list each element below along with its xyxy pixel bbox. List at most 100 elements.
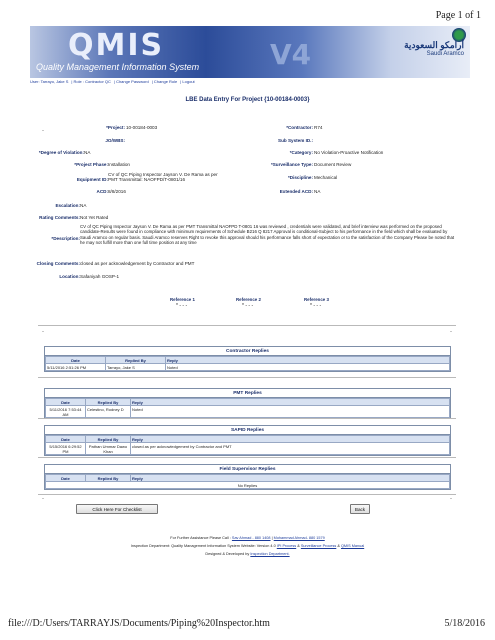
equipment-label: Equipment ID: xyxy=(76,177,108,182)
table-row: 5/11/2016 2:51:26 PM Tarrayo, Jake S Not… xyxy=(45,363,450,371)
project-value: 10-00184-0003 xyxy=(126,125,158,130)
header-banner: QMIS Quality Management Information Syst… xyxy=(30,26,470,78)
divider xyxy=(38,457,456,458)
back-button[interactable]: Back xyxy=(350,504,370,514)
discipline-value: Mechanical xyxy=(314,175,338,180)
surveillance-type-value: Document Review xyxy=(314,162,352,167)
scan-speck xyxy=(450,498,452,499)
sapid-replies-table: Date Replied By Reply 5/15/2016 6:29:52 … xyxy=(45,435,450,455)
replied-by-header: Replied By xyxy=(85,398,131,406)
table-row: 5/15/2016 6:29:52 PM Pathan Ummar Dawo K… xyxy=(45,442,450,455)
reply-author: Pathan Ummar Dawo Khan xyxy=(85,442,131,455)
reply-header: Reply xyxy=(130,474,450,482)
field-supervisor-replies-title: Field Supervisor Replies xyxy=(45,465,450,474)
checklist-button[interactable]: Click Here For Checklist xyxy=(76,504,158,514)
equipment-value: CV of QC Piping Inspector Jayson V. De R… xyxy=(108,172,218,183)
user-role: Role : Contractor QC xyxy=(73,79,111,84)
description-label: *Description: xyxy=(51,236,80,241)
table-header-row: Date Replied By Reply xyxy=(45,474,450,482)
print-date: 5/18/2016 xyxy=(444,618,485,629)
table-header-row: Date Replied By Reply xyxy=(45,398,450,406)
file-path: file:///D:/Users/TARRAYJS/Documents/Pipi… xyxy=(8,618,270,629)
closing-comments-value: closed as per acknowledgement by Contrac… xyxy=(80,261,195,266)
subsystem-label: Sub System ID.: xyxy=(278,138,313,143)
contact-link-1[interactable]: Sav Ahmad - 880 1408 xyxy=(232,536,271,540)
location-label: Location: xyxy=(59,274,80,279)
surveillance-process-link[interactable]: Surveillance Process xyxy=(301,544,336,548)
footer-designed-by: Designed & Developed by xyxy=(205,552,250,556)
closing-comments-label: Closing Comments: xyxy=(36,261,80,266)
version-label: V4 xyxy=(270,38,312,71)
page-indicator: Page 1 of 1 xyxy=(435,10,481,21)
reply-date: 5/15/2016 6:29:52 PM xyxy=(45,442,86,455)
change-role-link[interactable]: Change Role xyxy=(154,79,177,84)
date-header: Date xyxy=(45,356,106,364)
divider xyxy=(38,377,456,378)
reference-2-value: * - - - xyxy=(242,303,254,309)
ipi-process-link[interactable]: IPI Process xyxy=(277,544,296,548)
reference-3-label: Reference 3 xyxy=(304,297,329,302)
user-bar: User: Tarrayo, Jake S | Role : Contractor… xyxy=(30,79,195,84)
divider xyxy=(38,418,456,419)
surveillance-type-label: *Surveillance Type: xyxy=(270,162,313,167)
footer-line-2: Inspection Department: Quality Managemen… xyxy=(130,544,365,548)
reference-1-label: Reference 1 xyxy=(170,297,195,302)
sapid-replies-section: SAPID Replies Date Replied By Reply 5/15… xyxy=(44,425,451,456)
brand-arabic: أرامكو السعودية xyxy=(404,40,464,50)
reference-1-value: * - - - xyxy=(176,303,188,309)
contractor-replies-section: Contractor Replies Date Replied By Reply… xyxy=(44,346,451,372)
reply-author: Celestino, Rodney D xyxy=(85,405,131,418)
escalation-label: Escalation: xyxy=(55,203,80,208)
reference-3-value: * - - - xyxy=(310,303,322,309)
footer-line-1: For Further Assistance Please Call : Sav… xyxy=(170,536,325,540)
scan-speck xyxy=(42,498,44,499)
brand-block: أرامكو السعودية Saudi Aramco xyxy=(404,40,464,57)
description-value: CV of QC Piping Inspector Jayson V. De R… xyxy=(80,224,455,245)
category-label: *Category: xyxy=(289,150,313,155)
reply-text: closed as per acknowledgement by Contrac… xyxy=(130,442,450,455)
project-label: *Project: xyxy=(106,125,125,130)
footer-assistance: For Further Assistance Please Call : xyxy=(170,536,231,540)
qmis-logo: QMIS xyxy=(68,28,165,63)
reply-date: 5/11/2016 7:53:44 AM xyxy=(45,405,86,418)
scan-speck xyxy=(42,130,44,131)
extended-acd-value: NA xyxy=(314,189,321,194)
field-supervisor-replies-section: Field Supervisor Replies Date Replied By… xyxy=(44,464,451,490)
contractor-label: *Contractor: xyxy=(286,125,313,130)
footer-line-3: Designed & Developed by Inspection Depar… xyxy=(0,552,495,556)
footer-version: Inspection Department: Quality Managemen… xyxy=(130,544,276,548)
reply-header: Reply xyxy=(130,435,450,443)
scan-speck xyxy=(450,331,452,332)
change-password-link[interactable]: Change Password xyxy=(116,79,149,84)
inspection-department-link[interactable]: Inspection Department. xyxy=(250,552,289,556)
jowbs-label: JO/WBS: xyxy=(105,138,125,143)
logout-link[interactable]: Logout xyxy=(182,79,194,84)
acd-label: ACD: xyxy=(96,189,108,194)
extended-acd-label: Extended ACD: xyxy=(279,189,313,194)
date-header: Date xyxy=(45,398,86,406)
replied-by-header: Replied By xyxy=(105,356,166,364)
user-name: User: Tarrayo, Jake S xyxy=(30,79,69,84)
reply-header: Reply xyxy=(130,398,450,406)
phase-value: Installation xyxy=(108,162,130,167)
field-supervisor-replies-table: Date Replied By Reply No Replies xyxy=(45,474,450,489)
scan-speck xyxy=(42,331,44,332)
rating-comments-label: Rating Comments: xyxy=(39,215,80,220)
location-value: Safaniyah GOSP-1 xyxy=(80,274,120,279)
contact-link-2[interactable]: Mohammad Ahmad- 880 1579 xyxy=(274,536,325,540)
date-header: Date xyxy=(45,435,86,443)
contractor-replies-title: Contractor Replies xyxy=(45,347,450,356)
contractor-replies-table: Date Replied By Reply 5/11/2016 2:51:26 … xyxy=(45,356,450,371)
reply-text: Noted xyxy=(165,363,450,371)
banner-subtitle: Quality Management Information System xyxy=(36,62,200,72)
replied-by-header: Replied By xyxy=(85,435,131,443)
equipment-value-line2: PMT Transmittal: NAOFPD/T-0801/16 xyxy=(108,177,186,183)
reply-header: Reply xyxy=(165,356,450,364)
divider xyxy=(38,494,456,495)
rating-comments-value: Not Yet Rated xyxy=(80,215,109,220)
sapid-replies-title: SAPID Replies xyxy=(45,426,450,435)
escalation-value: NA xyxy=(80,203,87,208)
qmis-manual-link[interactable]: QMIS Manual xyxy=(341,544,364,548)
pmt-replies-section: PMT Replies Date Replied By Reply 5/11/2… xyxy=(44,388,451,419)
phase-label: *Project Phase: xyxy=(74,162,108,167)
